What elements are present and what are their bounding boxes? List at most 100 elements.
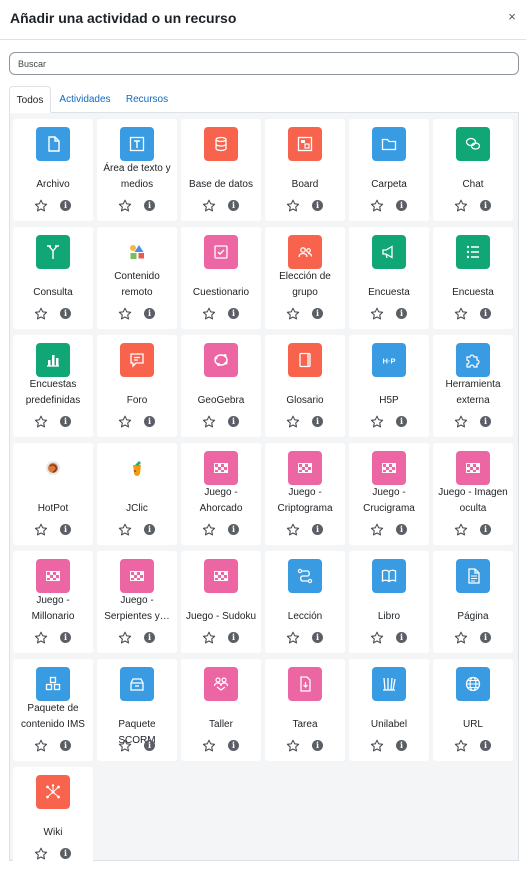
star-icon[interactable]: [34, 199, 48, 213]
info-icon[interactable]: i: [480, 524, 491, 535]
info-icon[interactable]: i: [144, 632, 155, 643]
star-icon[interactable]: [118, 415, 132, 429]
star-icon[interactable]: [118, 739, 132, 753]
star-icon[interactable]: [118, 523, 132, 537]
info-icon[interactable]: i: [480, 200, 491, 211]
activity-item[interactable]: JClic i: [97, 443, 177, 545]
info-icon[interactable]: i: [312, 416, 323, 427]
info-icon[interactable]: i: [228, 416, 239, 427]
activity-item[interactable]: H·P H5P i: [349, 335, 429, 437]
star-icon[interactable]: [202, 415, 216, 429]
close-icon[interactable]: ×: [504, 8, 520, 26]
activity-item[interactable]: Contenido remoto i: [97, 227, 177, 329]
activity-item[interactable]: Juego - Millonario i: [13, 551, 93, 653]
tab-actividades[interactable]: Actividades: [53, 86, 117, 113]
activity-item[interactable]: Juego - Criptograma i: [265, 443, 345, 545]
star-icon[interactable]: [454, 415, 468, 429]
star-icon[interactable]: [286, 739, 300, 753]
info-icon[interactable]: i: [312, 740, 323, 751]
activity-item[interactable]: Herramienta externa i: [433, 335, 513, 437]
star-icon[interactable]: [370, 631, 384, 645]
star-icon[interactable]: [370, 415, 384, 429]
activity-item[interactable]: Libro i: [349, 551, 429, 653]
info-icon[interactable]: i: [60, 632, 71, 643]
star-icon[interactable]: [34, 739, 48, 753]
star-icon[interactable]: [370, 199, 384, 213]
star-icon[interactable]: [118, 631, 132, 645]
info-icon[interactable]: i: [228, 524, 239, 535]
info-icon[interactable]: i: [228, 740, 239, 751]
activity-item[interactable]: GeoGebra i: [181, 335, 261, 437]
info-icon[interactable]: i: [396, 524, 407, 535]
tab-recursos[interactable]: Recursos: [119, 86, 175, 113]
activity-item[interactable]: Consulta i: [13, 227, 93, 329]
star-icon[interactable]: [286, 631, 300, 645]
info-icon[interactable]: i: [396, 740, 407, 751]
star-icon[interactable]: [118, 199, 132, 213]
info-icon[interactable]: i: [60, 416, 71, 427]
info-icon[interactable]: i: [396, 308, 407, 319]
star-icon[interactable]: [34, 631, 48, 645]
info-icon[interactable]: i: [144, 200, 155, 211]
activity-item[interactable]: Lección i: [265, 551, 345, 653]
star-icon[interactable]: [454, 739, 468, 753]
info-icon[interactable]: i: [396, 416, 407, 427]
activity-item[interactable]: Encuesta i: [349, 227, 429, 329]
activity-item[interactable]: Base de datos i: [181, 119, 261, 221]
star-icon[interactable]: [202, 631, 216, 645]
activity-item[interactable]: Paquete SCORM i: [97, 659, 177, 761]
activity-item[interactable]: Página i: [433, 551, 513, 653]
star-icon[interactable]: [370, 523, 384, 537]
info-icon[interactable]: i: [312, 524, 323, 535]
info-icon[interactable]: i: [228, 632, 239, 643]
info-icon[interactable]: i: [144, 416, 155, 427]
info-icon[interactable]: i: [60, 308, 71, 319]
activity-item[interactable]: Taller i: [181, 659, 261, 761]
star-icon[interactable]: [454, 307, 468, 321]
activity-item[interactable]: Cuestionario i: [181, 227, 261, 329]
activity-item[interactable]: Archivo i: [13, 119, 93, 221]
activity-item[interactable]: Wiki i: [13, 767, 93, 869]
info-icon[interactable]: i: [312, 200, 323, 211]
activity-item[interactable]: Elección de grupo i: [265, 227, 345, 329]
activity-item[interactable]: Carpeta i: [349, 119, 429, 221]
star-icon[interactable]: [34, 307, 48, 321]
star-icon[interactable]: [202, 307, 216, 321]
info-icon[interactable]: i: [228, 200, 239, 211]
star-icon[interactable]: [202, 199, 216, 213]
star-icon[interactable]: [454, 523, 468, 537]
info-icon[interactable]: i: [60, 740, 71, 751]
activity-item[interactable]: Chat i: [433, 119, 513, 221]
info-icon[interactable]: i: [228, 308, 239, 319]
tab-todos[interactable]: Todos: [9, 86, 51, 113]
star-icon[interactable]: [34, 415, 48, 429]
info-icon[interactable]: i: [60, 848, 71, 859]
info-icon[interactable]: i: [312, 308, 323, 319]
info-icon[interactable]: i: [144, 740, 155, 751]
activity-item[interactable]: HotPot i: [13, 443, 93, 545]
star-icon[interactable]: [286, 307, 300, 321]
star-icon[interactable]: [34, 523, 48, 537]
activity-item[interactable]: Paquete de contenido IMS i: [13, 659, 93, 761]
info-icon[interactable]: i: [144, 308, 155, 319]
activity-item[interactable]: Juego - Serpientes y… i: [97, 551, 177, 653]
info-icon[interactable]: i: [480, 632, 491, 643]
star-icon[interactable]: [454, 199, 468, 213]
activity-item[interactable]: Juego - Crucigrama i: [349, 443, 429, 545]
star-icon[interactable]: [286, 199, 300, 213]
activity-item[interactable]: URL i: [433, 659, 513, 761]
info-icon[interactable]: i: [480, 308, 491, 319]
activity-item[interactable]: Juego - Sudoku i: [181, 551, 261, 653]
star-icon[interactable]: [118, 307, 132, 321]
activity-item[interactable]: Board i: [265, 119, 345, 221]
star-icon[interactable]: [34, 847, 48, 861]
star-icon[interactable]: [286, 523, 300, 537]
info-icon[interactable]: i: [144, 524, 155, 535]
activity-item[interactable]: Foro i: [97, 335, 177, 437]
info-icon[interactable]: i: [396, 632, 407, 643]
star-icon[interactable]: [202, 523, 216, 537]
info-icon[interactable]: i: [60, 524, 71, 535]
info-icon[interactable]: i: [396, 200, 407, 211]
activity-item[interactable]: Tarea i: [265, 659, 345, 761]
info-icon[interactable]: i: [60, 200, 71, 211]
